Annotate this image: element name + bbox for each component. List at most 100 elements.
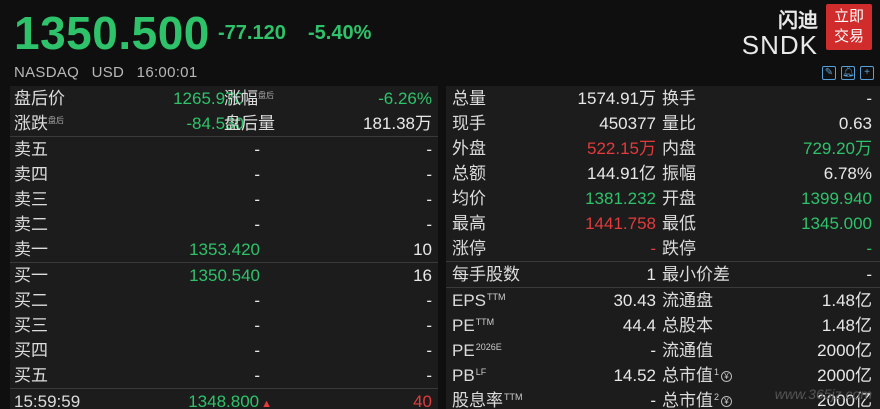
ask-row: 卖五 - - (10, 137, 438, 162)
stat-value: 729.20万 (803, 139, 872, 158)
stat-value: - (650, 391, 656, 409)
stats-row: 涨停 - 跌停 - (446, 236, 880, 261)
stat-label: 流通盘 (662, 291, 713, 310)
stat-value: 450377 (599, 114, 656, 133)
stat-label-sup: LF (475, 367, 487, 377)
stats-row: PETTM 44.4 总股本 1.48亿 (446, 313, 880, 338)
currency-yen-icon[interactable]: ¥ (721, 371, 733, 383)
ask-size: - (426, 140, 432, 159)
stats-row: 总额 144.91亿 振幅 6.78% (446, 161, 880, 186)
stat-label: 换手 (662, 89, 696, 108)
last-trade-row: 15:59:59 1348.800 ▲ 40 (10, 389, 438, 409)
stat-value: 1 (646, 265, 656, 284)
stats-row: 外盘 522.15万 内盘 729.20万 (446, 136, 880, 161)
bid-price: - (254, 316, 260, 335)
stat-value: 44.4 (622, 316, 656, 335)
stat-value: - (650, 239, 656, 258)
trade-button-line1: 立即 (833, 8, 864, 25)
bid-price: 1350.540 (189, 266, 260, 285)
watermark: www.365jz.com (774, 386, 872, 402)
trade-time: 15:59:59 (14, 392, 81, 409)
bid-row: 买二 - - (10, 288, 438, 313)
stats-row: 均价 1381.232 开盘 1399.940 (446, 186, 880, 211)
pct-label-text: 涨幅 (224, 89, 258, 108)
stat-value: - (866, 265, 872, 284)
add-icon[interactable]: + (860, 66, 874, 80)
trade-button-line2: 交易 (833, 28, 864, 45)
alert-bell-icon[interactable]: 🔔︎ (841, 66, 855, 80)
stat-label: 跌停 (662, 239, 696, 258)
bid-label: 买三 (14, 316, 48, 335)
bid-price: - (254, 291, 260, 310)
bid-row: 买三 - - (10, 313, 438, 338)
currency-yen-icon[interactable]: ¥ (721, 396, 733, 408)
stat-label: 股息率TTM (452, 388, 523, 409)
bid-label: 买二 (14, 291, 48, 310)
after-hours-price-label: 盘后价 (14, 89, 65, 108)
bid-price: - (254, 366, 260, 385)
stat-value: - (650, 341, 656, 360)
ask-label: 卖二 (14, 215, 48, 234)
stat-label: 总市值2 ¥ (662, 388, 733, 409)
bid-row: 买一 1350.540 16 (10, 263, 438, 288)
edit-icon[interactable]: ✎ (822, 66, 836, 80)
pct-sup: 盘后 (258, 91, 274, 100)
exchange-label: NASDAQ (14, 64, 80, 81)
stat-label: 现手 (452, 114, 486, 133)
toolbar-icons: ✎ 🔔︎ + (822, 66, 874, 80)
stats-row: 每手股数 1 最小价差 - (446, 262, 880, 287)
stat-label: 总量 (452, 89, 486, 108)
ask-price: 1353.420 (189, 240, 260, 259)
bid-label: 买五 (14, 366, 48, 385)
bid-size: 16 (413, 266, 432, 285)
stat-label: 每手股数 (452, 265, 520, 284)
stat-label-text: 股息率 (452, 391, 503, 409)
stat-value: 1.48亿 (821, 316, 872, 335)
stats-panel: 总量 1574.91万 换手 - 现手 450377 量比 0.63 外盘 52… (446, 86, 880, 409)
trade-now-button[interactable]: 立即 交易 (826, 4, 872, 50)
stat-label-sup: TTM (487, 292, 506, 302)
bid-label: 买四 (14, 341, 48, 360)
ask-size: - (426, 165, 432, 184)
ask-label: 卖五 (14, 140, 48, 159)
price-change: -77.120 (218, 22, 286, 44)
stat-label-text: 总市值 (662, 391, 713, 409)
bid-label: 买一 (14, 266, 48, 285)
quote-header: 1350.500 -77.120 -5.40% NASDAQ USD 16:00… (0, 0, 880, 86)
stat-label: PETTM (452, 313, 494, 338)
stat-label-sup: TTM (504, 392, 523, 402)
stats-row: PE2026E - 流通值 2000亿 (446, 338, 880, 363)
ask-size: - (426, 215, 432, 234)
up-arrow-icon: ▲ (261, 398, 272, 409)
stat-label: 总额 (452, 164, 486, 183)
stat-label-text: PE (452, 341, 475, 360)
after-hours-vol-label: 盘后量 (224, 114, 275, 133)
ask-size: - (426, 190, 432, 209)
last-price: 1350.500 (14, 7, 210, 59)
stat-label: 总股本 (662, 316, 713, 335)
ask-price: - (254, 215, 260, 234)
bid-size: - (426, 341, 432, 360)
footnote-number: 2 (714, 392, 720, 402)
bid-size: - (426, 291, 432, 310)
stat-label: 最高 (452, 214, 486, 233)
after-hours-row-2: 涨跌盘后 -84.530 盘后量 181.38万 (10, 111, 438, 136)
footnote-number: 1 (714, 367, 720, 377)
stat-label-text: PB (452, 366, 475, 385)
stats-row: 总量 1574.91万 换手 - (446, 86, 880, 111)
stat-value: 144.91亿 (587, 164, 656, 183)
order-book-panel: 盘后价 1265.970 涨幅盘后 -6.26% 涨跌盘后 -84.530 盘后… (10, 86, 438, 409)
stat-label: 开盘 (662, 189, 696, 208)
stat-label: 振幅 (662, 164, 696, 183)
bid-price: - (254, 341, 260, 360)
stat-value: 1345.000 (801, 214, 872, 233)
stat-label: 流通值 (662, 341, 713, 360)
stat-value: 1381.232 (585, 189, 656, 208)
trade-price: 1348.800 ▲ (188, 389, 272, 409)
bid-size: - (426, 366, 432, 385)
stat-label: 最小价差 (662, 265, 730, 284)
ask-row: 卖二 - - (10, 212, 438, 237)
stock-name: 闪迪 (778, 10, 818, 32)
ask-price: - (254, 190, 260, 209)
stat-label-text: PE (452, 316, 475, 335)
